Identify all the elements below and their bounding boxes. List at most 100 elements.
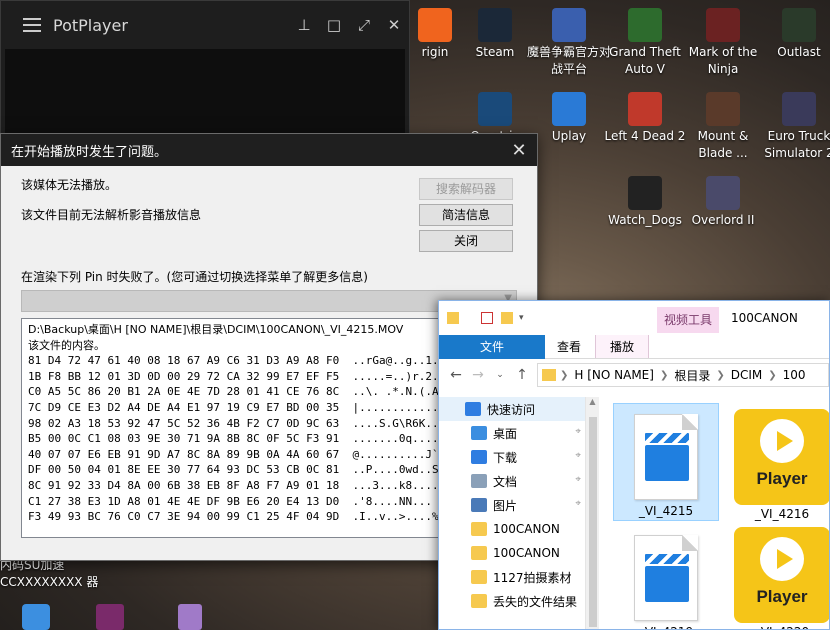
forward-arrow-icon[interactable]: → [467, 367, 489, 383]
chevron-down-icon[interactable]: ▾ [519, 313, 524, 323]
properties-icon[interactable] [481, 312, 493, 324]
fullscreen-icon[interactable]: ⤢ [349, 16, 379, 34]
nav-item-label: 文档 [493, 474, 518, 489]
nav-item-label: 快速访问 [487, 402, 536, 417]
truck-icon [782, 92, 816, 126]
origin-icon [418, 8, 452, 42]
desktop-shortcut[interactable]: Overlord II [680, 176, 766, 229]
file-info-box[interactable]: D:\Backup\桌面\H [NO NAME]\根目录\DCIM\100CAN… [21, 318, 441, 538]
back-arrow-icon[interactable]: ← [445, 367, 467, 383]
nav-item[interactable]: 100CANON [439, 517, 585, 541]
breadcrumb-root[interactable]: 根目录 [668, 367, 716, 384]
folder-icon [542, 369, 556, 381]
player-logo-label: Player [756, 469, 808, 488]
restore-icon[interactable]: □ [319, 16, 349, 34]
close-icon[interactable]: ✕ [379, 16, 409, 34]
pin-icon[interactable]: ⌖ [575, 450, 581, 461]
hex-line: 40 07 07 E6 EB 91 9D A7 8C 8A 89 9B 0A 4… [28, 447, 441, 461]
tab-view[interactable]: 查看 [543, 335, 595, 358]
folder-icon[interactable] [447, 312, 459, 324]
breadcrumb-current[interactable]: 100 [777, 368, 812, 382]
l4d2-icon [628, 92, 662, 126]
desktop-shortcut-label: Mount & Blade ... [697, 129, 749, 160]
tab-play[interactable]: 播放 [595, 335, 650, 358]
folder-icon [471, 594, 487, 608]
potplayer-title: PotPlayer [53, 15, 128, 35]
file-item[interactable]: Player _VI_4220 [729, 523, 829, 629]
desktop-shortcut[interactable]: Left 4 Dead 2 [602, 92, 688, 145]
nav-item[interactable]: 图片 ⌖ [439, 493, 585, 517]
nav-item[interactable]: 文档 ⌖ [439, 469, 585, 493]
hex-dump: 81 D4 72 47 61 40 08 18 67 A9 C6 31 D3 A… [28, 353, 441, 525]
breadcrumb-drive[interactable]: H [NO NAME] [568, 368, 660, 382]
nav-item[interactable]: 快速访问 [439, 397, 585, 421]
tab-file[interactable]: 文件 [439, 335, 545, 359]
hex-line: B5 00 0C C1 08 03 9E 30 71 9A 8B 8C 0F 5… [28, 432, 441, 446]
desktop-shortcut[interactable]: Mount & Blade ... [680, 92, 766, 162]
hex-line: F3 49 93 BC 76 C0 C7 3E 94 00 99 C1 25 4… [28, 510, 441, 524]
nav-item[interactable]: 丢失的文件结果 [439, 589, 585, 613]
nav-item-label: 丢失的文件结果 [493, 594, 578, 609]
desktop-bottom-label: 内码SU加速 CCXXXXXXXX 器 [0, 558, 99, 589]
desktop-shortcut[interactable]: Watch_Dogs [602, 176, 688, 229]
nav-scrollbar[interactable]: ▲ [585, 397, 599, 629]
folder-icon [471, 570, 487, 584]
mount-blade-icon [706, 92, 740, 126]
desktop-shortcut[interactable]: Uplay [526, 92, 612, 145]
address-bar-row: ← → ⌄ ↑ ❯ H [NO NAME] ❯ 根目录 ❯ DCIM ❯ 100 [439, 359, 829, 391]
chevron-down-icon[interactable]: ⌄ [489, 370, 511, 380]
potplayer-controls: ⊥ □ ⤢ ✕ [289, 16, 409, 34]
close-icon[interactable]: ✕ [501, 140, 537, 161]
file-item[interactable]: Player _VI_4216 [729, 405, 829, 523]
desktop-shortcut[interactable]: Outlast [756, 8, 830, 61]
desktop-shortcut[interactable]: Mark of the Ninja [680, 8, 766, 78]
desktop-shortcut-label: Mark of the Ninja [688, 45, 758, 76]
player-file-icon: Player [734, 527, 829, 623]
nav-item[interactable]: 100CANON [439, 541, 585, 565]
pin-icon[interactable]: ⌖ [575, 426, 581, 437]
nav-item-label: 图片 [493, 498, 518, 513]
brief-info-button[interactable]: 简洁信息 [419, 204, 513, 226]
nav-item[interactable]: 桌面 ⌖ [439, 421, 585, 445]
desktop-shortcut[interactable]: Grand Theft Auto V [602, 8, 688, 78]
hex-line: DF 00 50 04 01 8E EE 30 77 64 93 DC 53 C… [28, 463, 441, 477]
file-item[interactable]: _VI_4219 [613, 525, 719, 629]
address-bar[interactable]: ❯ H [NO NAME] ❯ 根目录 ❯ DCIM ❯ 100 [537, 363, 829, 387]
potplayer-window: PotPlayer ⊥ □ ⤢ ✕ [0, 0, 410, 135]
nav-item-label: 下载 [493, 450, 518, 465]
hex-line: 8C 91 92 33 D4 8A 00 6B 38 EB 8F A8 F7 A… [28, 478, 441, 492]
file-item[interactable]: _VI_4215 [613, 403, 719, 521]
menu-icon[interactable] [23, 18, 41, 32]
dialog-titlebar: 在开始播放时发生了问题。 ✕ [1, 134, 537, 166]
warcraft-icon [552, 8, 586, 42]
new-folder-icon[interactable] [501, 312, 513, 324]
desktop-icon [471, 426, 487, 440]
nav-item[interactable]: 1127拍摄素材 [439, 565, 585, 589]
breadcrumb-dcim[interactable]: DCIM [725, 368, 769, 382]
overlord-icon [706, 176, 740, 210]
pin-icon[interactable]: ⌖ [575, 498, 581, 509]
navigation-pane: 快速访问 桌面 ⌖ 下载 ⌖ 文档 ⌖ 图片 ⌖ 100CANON 100CANON 1127拍摄素材… [439, 397, 585, 629]
desktop-shortcut-label: Left 4 Dead 2 [604, 129, 686, 143]
app-icon[interactable] [178, 604, 202, 630]
pin-icon[interactable]: ⌖ [575, 474, 581, 485]
document-icon [471, 474, 487, 488]
video-area[interactable] [5, 49, 405, 134]
pin-icon[interactable]: ⊥ [289, 16, 319, 34]
folder-icon [471, 546, 487, 560]
winrar-icon[interactable] [96, 604, 124, 630]
hex-line: C1 27 38 E3 1D A8 01 4E 4E DF 9B E6 20 E… [28, 494, 441, 508]
desktop-shortcut[interactable]: 魔兽争霸官方对战平台 [526, 8, 612, 78]
desktop-shortcut-label: Grand Theft Auto V [609, 45, 681, 76]
scrollbar-thumb[interactable] [589, 417, 597, 627]
search-decoder-button[interactable]: 搜索解码器 [419, 178, 513, 200]
close-button[interactable]: 关闭 [419, 230, 513, 252]
download-icon [471, 450, 487, 464]
up-arrow-icon[interactable]: ↑ [511, 367, 533, 383]
kuaizip-icon[interactable] [22, 604, 50, 630]
player-file-icon: Player [734, 409, 829, 505]
chevron-up-icon[interactable]: ▲ [586, 397, 599, 406]
video-file-icon [634, 414, 698, 500]
desktop-shortcut[interactable]: Euro Truck Simulator 2 [756, 92, 830, 162]
nav-item[interactable]: 下载 ⌖ [439, 445, 585, 469]
